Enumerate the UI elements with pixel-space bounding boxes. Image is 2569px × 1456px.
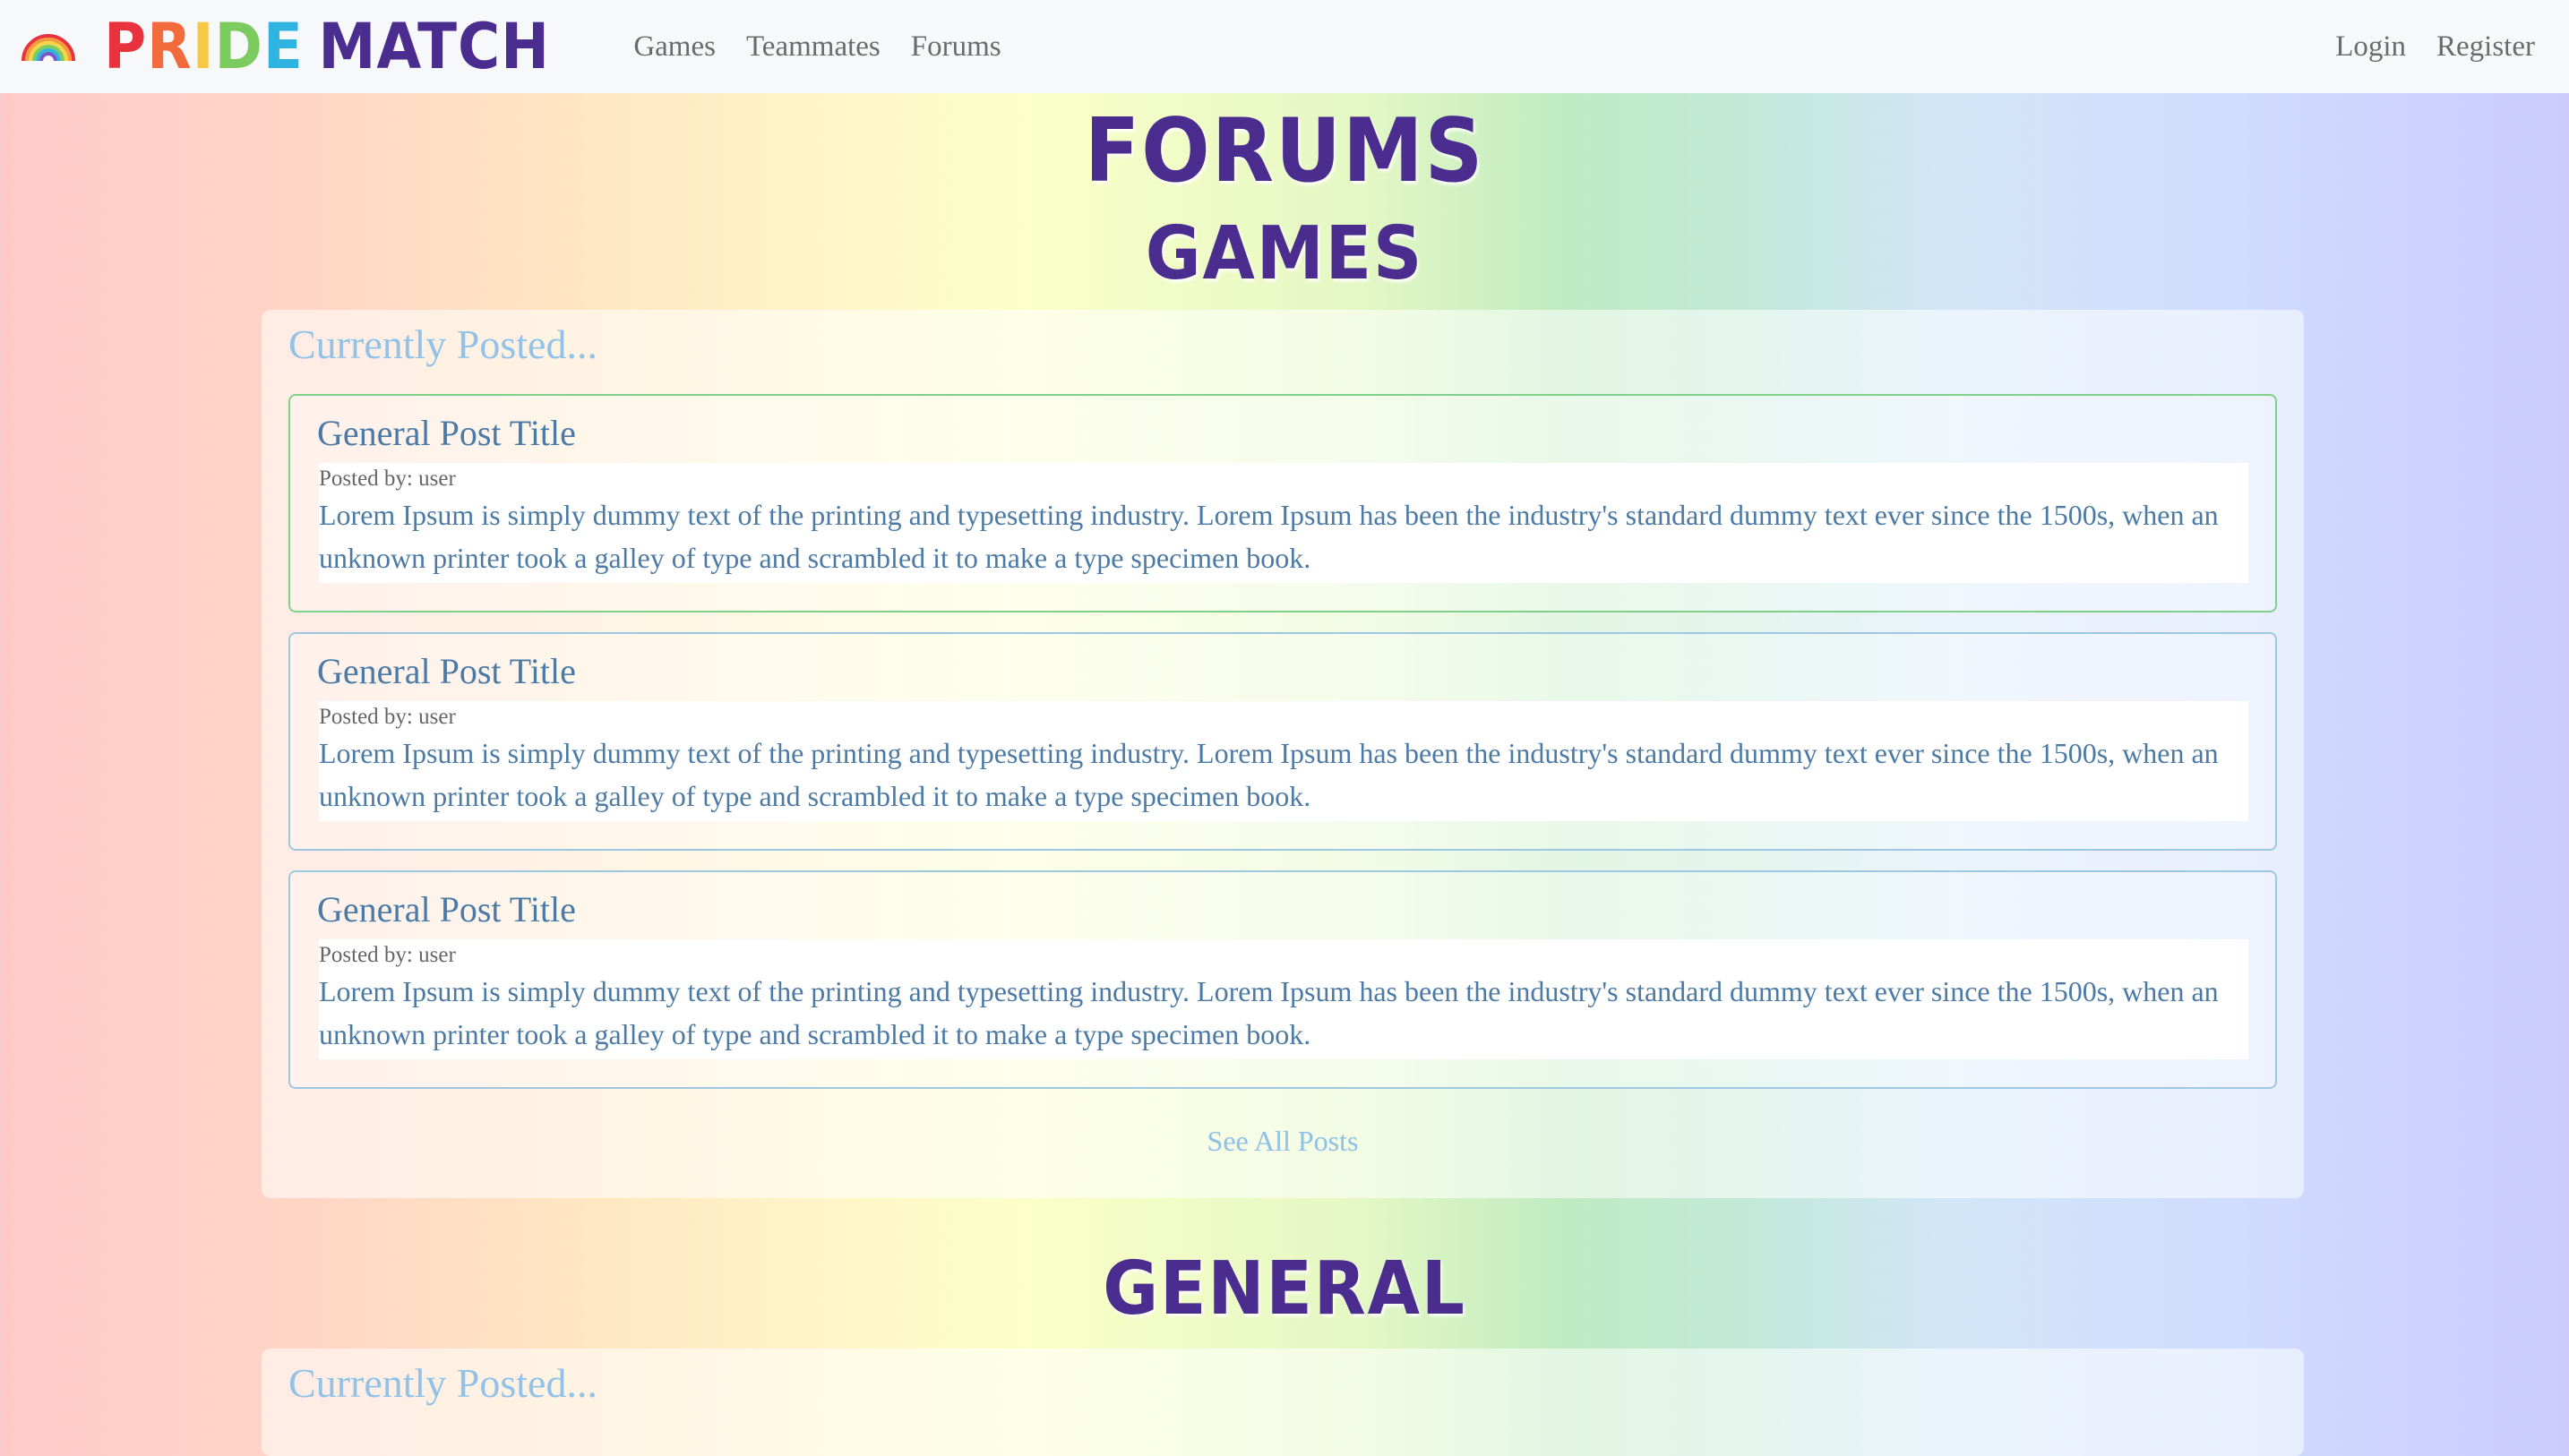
general-posts-panel: Currently Posted...	[262, 1349, 2304, 1456]
page-title: FORUMS	[1084, 100, 1485, 202]
auth-links: Login Register	[2335, 30, 2549, 64]
brand-letter-d: D	[214, 10, 263, 83]
nav-link-games[interactable]: Games	[633, 30, 716, 64]
section-title-general: GENERAL	[1103, 1246, 1466, 1332]
nav-links: Games Teammates Forums	[633, 30, 1001, 64]
post-text: Lorem Ipsum is simply dummy text of the …	[319, 737, 2219, 812]
post-author: Posted by: user	[319, 943, 456, 967]
post-title[interactable]: General Post Title	[317, 412, 2247, 454]
brand-logo[interactable]: P R I D E MATCH	[104, 10, 550, 83]
post-card[interactable]: General Post Title Posted by: user Lorem…	[288, 632, 2277, 851]
post-body: Posted by: user Lorem Ipsum is simply du…	[319, 939, 2248, 1059]
nav-link-forums[interactable]: Forums	[911, 30, 1001, 64]
brand-letter-i: I	[192, 10, 215, 83]
brand-word-match: MATCH	[318, 10, 551, 83]
brand-letter-e: E	[262, 10, 304, 83]
post-title[interactable]: General Post Title	[317, 650, 2247, 692]
rainbow-icon[interactable]	[20, 29, 77, 64]
games-posts-panel: Currently Posted... General Post Title P…	[262, 310, 2304, 1198]
brand-letter-r: R	[147, 10, 193, 83]
post-title[interactable]: General Post Title	[317, 888, 2247, 930]
login-link[interactable]: Login	[2335, 30, 2406, 64]
brand-letter-p: P	[104, 10, 148, 83]
post-body: Posted by: user Lorem Ipsum is simply du…	[319, 701, 2248, 821]
navbar: P R I D E MATCH Games Teammates Forums L…	[0, 0, 2569, 93]
post-card[interactable]: General Post Title Posted by: user Lorem…	[288, 870, 2277, 1089]
post-author: Posted by: user	[319, 705, 456, 729]
register-link[interactable]: Register	[2436, 30, 2535, 64]
nav-link-teammates[interactable]: Teammates	[746, 30, 881, 64]
section-title-games: GAMES	[1145, 211, 1424, 296]
see-all-posts-link[interactable]: See All Posts	[262, 1125, 2304, 1158]
post-body: Posted by: user Lorem Ipsum is simply du…	[319, 463, 2248, 583]
panel-heading: Currently Posted...	[288, 1360, 597, 1406]
post-text: Lorem Ipsum is simply dummy text of the …	[319, 499, 2219, 574]
post-author: Posted by: user	[319, 467, 456, 491]
panel-heading: Currently Posted...	[288, 321, 597, 367]
post-text: Lorem Ipsum is simply dummy text of the …	[319, 975, 2219, 1050]
post-card[interactable]: General Post Title Posted by: user Lorem…	[288, 394, 2277, 612]
